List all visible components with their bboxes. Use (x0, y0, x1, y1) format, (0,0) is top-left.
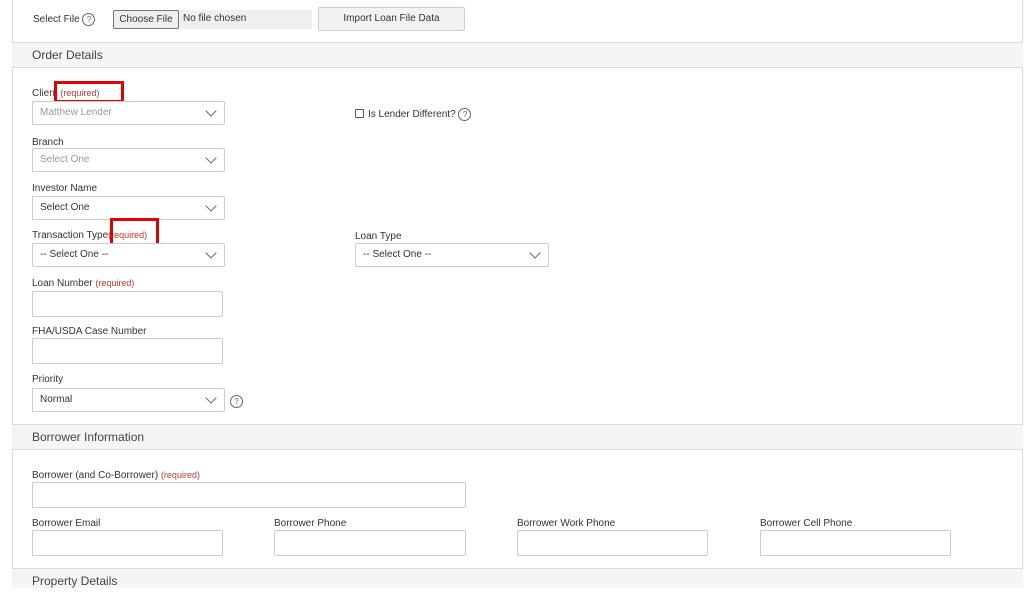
branch-label: Branch (32, 137, 64, 148)
select-file-label: Select File ? (33, 13, 96, 26)
loan-number-text: Loan Number (32, 278, 93, 289)
transaction-type-select[interactable]: -- Select One -- (32, 243, 225, 267)
loan-number-input[interactable] (32, 291, 223, 317)
fha-case-number-input[interactable] (32, 338, 223, 364)
transaction-type-text: Transaction Type (32, 230, 109, 241)
help-icon[interactable]: ? (458, 108, 472, 121)
help-icon[interactable]: ? (82, 13, 96, 26)
borrower-cell-phone-input[interactable] (760, 530, 951, 556)
transaction-type-value: -- Select One -- (40, 249, 109, 260)
lender-different-row: Is Lender Different? ? (355, 108, 472, 121)
priority-label: Priority (32, 374, 64, 385)
borrower-required: (required) (160, 470, 200, 480)
investor-select-value: Select One (40, 202, 90, 213)
property-details-header: Property Details (12, 568, 1023, 588)
chevron-down-icon (205, 392, 217, 404)
file-input[interactable]: Choose File No file chosen (113, 10, 312, 29)
borrower-work-phone-input[interactable] (517, 530, 708, 556)
client-required-highlight (54, 81, 124, 103)
branch-select-value: Select One (40, 154, 90, 165)
client-select[interactable]: Matthew Lender (32, 101, 225, 125)
borrower-name-input[interactable] (32, 482, 466, 508)
order-details-header: Order Details (12, 42, 1023, 68)
borrower-information-header: Borrower Information (12, 424, 1023, 450)
no-file-chosen-text: No file chosen (183, 13, 247, 24)
borrower-work-phone-label: Borrower Work Phone (517, 518, 616, 529)
investor-label: Investor Name (32, 183, 98, 194)
priority-value: Normal (40, 394, 73, 405)
priority-select[interactable]: Normal (32, 388, 225, 412)
chevron-down-icon (205, 152, 217, 164)
loan-type-select[interactable]: -- Select One -- (355, 243, 549, 267)
borrower-label: Borrower (and Co-Borrower) (required) (32, 470, 200, 481)
chevron-down-icon (205, 105, 217, 117)
client-select-value: Matthew Lender (40, 107, 112, 118)
borrower-email-label: Borrower Email (32, 518, 101, 529)
import-loan-file-button[interactable]: Import Loan File Data (318, 7, 465, 31)
chevron-down-icon (529, 247, 541, 259)
borrower-cell-phone-label: Borrower Cell Phone (760, 518, 853, 529)
branch-select[interactable]: Select One (32, 148, 225, 172)
borrower-email-input[interactable] (32, 530, 223, 556)
select-file-text: Select File (33, 14, 80, 26)
lender-different-label: Is Lender Different? (368, 109, 456, 121)
loan-type-value: -- Select One -- (363, 249, 432, 260)
priority-help: ? (230, 393, 243, 411)
loan-number-required: (required) (95, 278, 135, 288)
loan-number-label: Loan Number (required) (32, 278, 134, 289)
help-icon[interactable]: ? (230, 395, 243, 409)
fha-case-number-label: FHA/USDA Case Number (32, 326, 147, 337)
borrower-label-text: Borrower (and Co-Borrower) (32, 470, 159, 481)
chevron-down-icon (205, 200, 217, 212)
loan-type-label: Loan Type (355, 231, 402, 242)
lender-different-checkbox[interactable] (355, 109, 364, 118)
borrower-phone-input[interactable] (274, 530, 466, 556)
investor-select[interactable]: Select One (32, 196, 225, 220)
chevron-down-icon (205, 247, 217, 259)
choose-file-button[interactable]: Choose File (113, 10, 179, 29)
borrower-phone-label: Borrower Phone (274, 518, 347, 529)
